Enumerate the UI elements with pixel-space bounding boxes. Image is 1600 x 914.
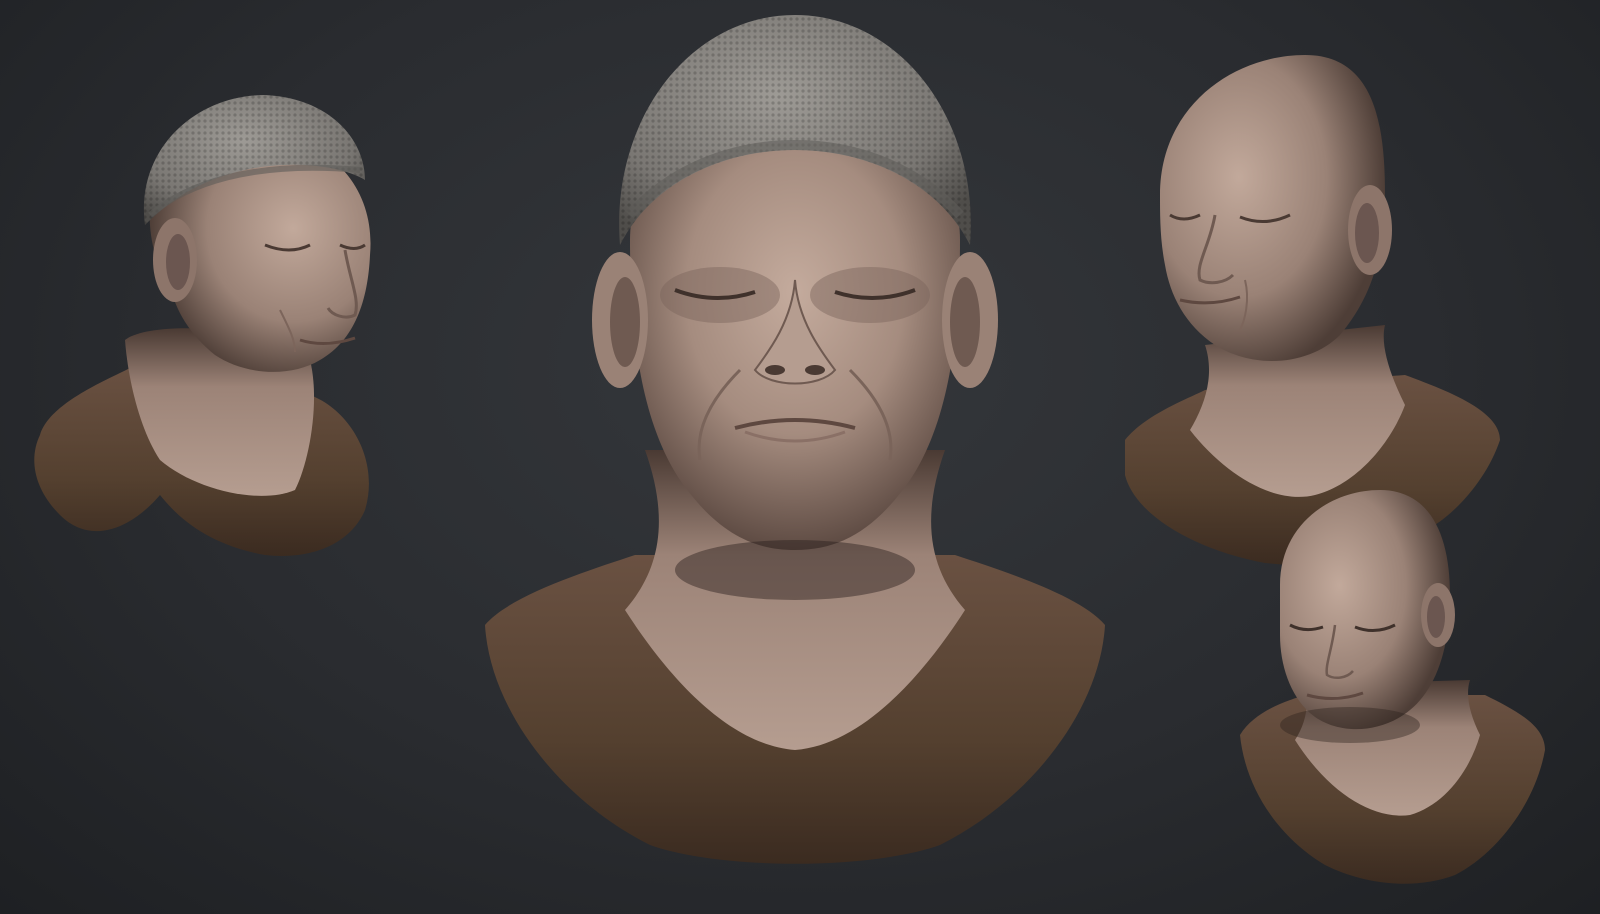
- bust-three-quarter-left: [10, 40, 380, 570]
- bust-three-quarter-right-tilted: [1235, 485, 1555, 890]
- bust-front: [470, 10, 1120, 870]
- render-viewport: [0, 0, 1600, 914]
